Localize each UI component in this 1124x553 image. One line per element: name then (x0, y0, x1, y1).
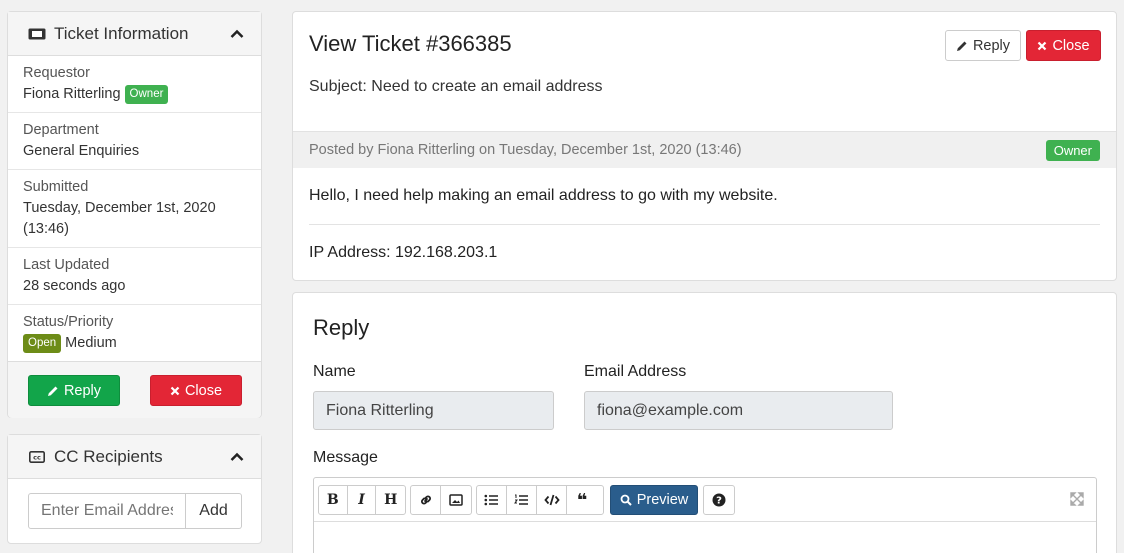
ticket-information-panel: Ticket Information Requestor Fiona Ritte… (7, 11, 262, 418)
status-badge: Open (23, 334, 62, 353)
image-icon[interactable] (441, 486, 471, 514)
requestor-label: Requestor (23, 65, 90, 81)
markdown-editor: B I H ❝ Preview ? (313, 477, 1097, 553)
cc-recipients-panel: cc CC Recipients Add (7, 434, 262, 544)
search-icon (620, 494, 632, 506)
status-priority-row: Status/Priority Open Medium (8, 305, 261, 362)
email-label: Email Address (584, 363, 687, 380)
svg-text:?: ? (716, 496, 722, 507)
reply-button[interactable]: Reply (945, 30, 1021, 61)
ticket-icon (28, 27, 46, 41)
last-updated-row: Last Updated 28 seconds ago (8, 248, 261, 305)
chevron-up-icon[interactable] (229, 449, 245, 465)
posted-by-text: Posted by Fiona Ritterling on Tuesday, D… (309, 142, 742, 158)
message-label: Message (313, 449, 378, 466)
cc-email-input[interactable] (28, 493, 186, 529)
ticket-info-footer: Reply Close (8, 362, 261, 418)
preview-button-label: Preview (636, 492, 689, 508)
cc-recipients-header[interactable]: cc CC Recipients (8, 435, 261, 479)
preview-button[interactable]: Preview (610, 485, 698, 515)
svg-text:cc: cc (33, 453, 41, 461)
pencil-icon (47, 385, 59, 397)
department-value: General Enquiries (23, 143, 140, 159)
ordered-list-icon[interactable] (507, 486, 537, 514)
submitted-label: Submitted (23, 179, 89, 195)
message-body: Hello, I need help making an email addre… (309, 187, 778, 204)
submitted-row: Submitted Tuesday, December 1st, 2020 (1… (8, 170, 261, 248)
ticket-title: View Ticket #366385 (309, 31, 512, 56)
bold-icon[interactable]: B (319, 486, 348, 514)
quote-icon[interactable]: ❝ (567, 486, 597, 514)
name-label: Name (313, 363, 356, 380)
view-ticket-panel: View Ticket #366385 Subject: Need to cre… (292, 11, 1117, 281)
requestor-value: Fiona Ritterling (23, 86, 121, 102)
reply-form-panel: Reply Name Fiona Ritterling Email Addres… (292, 292, 1117, 553)
submitted-value-line2: (13:46) (23, 221, 69, 237)
fullscreen-icon[interactable] (1070, 492, 1086, 508)
sidebar-reply-label: Reply (63, 382, 102, 399)
reply-form-title: Reply (313, 315, 370, 340)
heading-icon[interactable]: H (376, 486, 405, 514)
code-icon[interactable] (537, 486, 567, 514)
department-label: Department (23, 122, 99, 138)
ticket-subject: Subject: Need to create an email address (309, 78, 603, 95)
closed-caption-icon: cc (28, 450, 46, 464)
last-updated-value: 28 seconds ago (23, 278, 126, 294)
cc-add-button[interactable]: Add (186, 493, 242, 529)
link-icon[interactable] (411, 486, 441, 514)
close-button-label: Close (1052, 37, 1090, 54)
department-row: Department General Enquiries (8, 113, 261, 170)
editor-toolbar: B I H ❝ Preview ? (314, 478, 1096, 522)
reply-button-label: Reply (972, 37, 1011, 54)
italic-icon[interactable]: I (348, 486, 377, 514)
close-button[interactable]: Close (1026, 30, 1101, 61)
owner-badge: Owner (124, 85, 169, 104)
requestor-row: Requestor Fiona Ritterling Owner (8, 56, 261, 113)
cc-recipients-title: CC Recipients (54, 446, 163, 466)
sidebar-close-button[interactable]: Close (150, 375, 242, 406)
last-updated-label: Last Updated (23, 257, 110, 273)
priority-value: Medium (65, 335, 117, 351)
insert-group (410, 485, 472, 515)
close-icon (1037, 41, 1047, 51)
ticket-information-header[interactable]: Ticket Information (8, 12, 261, 56)
email-input[interactable]: fiona@example.com (584, 391, 893, 430)
sidebar-close-label: Close (184, 382, 223, 399)
ip-address: IP Address: 192.168.203.1 (309, 244, 498, 261)
close-icon (170, 386, 180, 396)
unordered-list-icon[interactable] (477, 486, 507, 514)
help-group: ? (703, 485, 735, 515)
post-owner-badge: Owner (1045, 140, 1100, 161)
chevron-up-icon[interactable] (229, 26, 245, 42)
message-textarea[interactable] (314, 523, 1096, 553)
cc-input-group: Add (28, 493, 242, 529)
post-header: Posted by Fiona Ritterling on Tuesday, D… (293, 131, 1116, 168)
format-group: B I H (318, 485, 406, 515)
message-divider (309, 224, 1100, 225)
status-priority-label: Status/Priority (23, 314, 114, 330)
block-group: ❝ (476, 485, 604, 515)
sidebar-reply-button[interactable]: Reply (28, 375, 120, 406)
name-input[interactable]: Fiona Ritterling (313, 391, 554, 430)
help-icon[interactable]: ? (704, 486, 734, 514)
submitted-value-line1: Tuesday, December 1st, 2020 (23, 200, 216, 216)
pencil-icon (956, 40, 968, 52)
ticket-information-title: Ticket Information (54, 23, 189, 43)
